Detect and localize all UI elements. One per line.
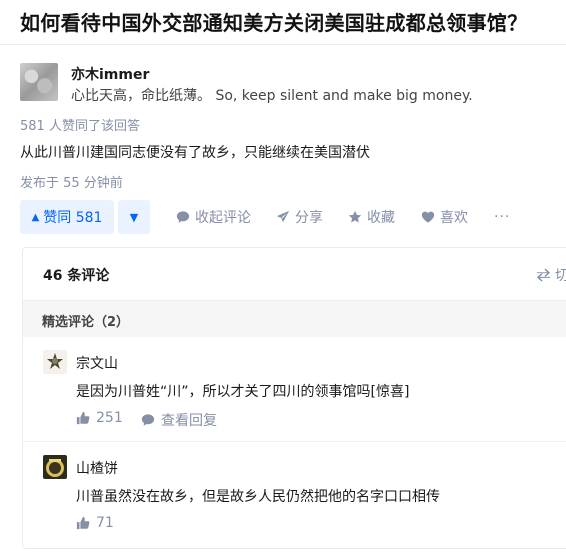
downvote-button[interactable]: ▼: [118, 200, 150, 234]
comment-bubble-icon: [141, 414, 155, 426]
author-avatar[interactable]: [20, 63, 58, 101]
view-replies-button[interactable]: 查看回复: [141, 410, 217, 430]
author-bio: 心比天高，命比纸薄。 So, keep silent and make big …: [71, 88, 473, 104]
comments-header: 46 条评论 切: [23, 248, 566, 301]
comments-count: 46 条评论: [43, 268, 110, 284]
upvote-label: 赞同 581: [43, 210, 103, 226]
like-button[interactable]: 喜欢: [421, 200, 468, 234]
collapse-comments-button[interactable]: 收起评论: [176, 200, 251, 234]
thumbs-up-icon: [76, 411, 90, 425]
switch-sort-button[interactable]: 切: [536, 265, 566, 285]
like-label: 喜欢: [440, 210, 468, 226]
featured-comments-label: 精选评论（2）: [42, 315, 130, 330]
downvote-arrow-icon: ▼: [129, 210, 139, 224]
comment-like-count: 251: [96, 410, 123, 426]
favorite-label: 收藏: [367, 210, 395, 226]
upvote-button[interactable]: ▲ 赞同 581: [20, 200, 114, 234]
comment-text: 是因为川普姓“川”，所以才关了四川的领事馆吗[惊喜]: [76, 384, 410, 400]
view-replies-label: 查看回复: [161, 413, 217, 429]
comment-avatar[interactable]: [43, 455, 67, 479]
upvote-arrow-icon: ▲: [31, 211, 40, 223]
comments-panel: 46 条评论 切 精选评论（2） 宗文山 是因为川普姓“川”，所以才关了四川的领…: [22, 247, 566, 549]
author-name[interactable]: 亦木immer: [71, 64, 149, 84]
favorite-button[interactable]: 收藏: [348, 200, 395, 234]
featured-comments-bar: 精选评论（2）: [23, 301, 566, 337]
switch-sort-label: 切: [555, 268, 566, 284]
publish-time[interactable]: 发布于 55 分钟前: [20, 172, 123, 191]
collapse-comments-label: 收起评论: [195, 210, 251, 226]
comment-item: 宗文山 是因为川普姓“川”，所以才关了四川的领事馆吗[惊喜] 251 查看回复: [23, 337, 566, 442]
comment-like-button[interactable]: 251: [76, 410, 123, 426]
comment-like-button[interactable]: 71: [76, 515, 114, 531]
question-title[interactable]: 如何看待中国外交部通知美方关闭美国驻成都总领事馆？: [20, 7, 566, 36]
comment-text: 川普虽然没在故乡，但是故乡人民仍然把他的名字口口相传: [76, 489, 440, 505]
share-icon: [276, 210, 290, 223]
more-icon: ···: [494, 209, 511, 225]
comment-like-count: 71: [96, 515, 114, 531]
title-divider: [0, 44, 566, 45]
comment-item: 山楂饼 川普虽然没在故乡，但是故乡人民仍然把他的名字口口相传 71: [23, 442, 566, 552]
switch-arrows-icon: [536, 268, 551, 282]
comment-author-name[interactable]: 山楂饼: [76, 458, 118, 478]
share-button[interactable]: 分享: [276, 200, 323, 234]
share-label: 分享: [295, 210, 323, 226]
answer-text: 从此川普川建国同志便没有了故乡，只能继续在美国潜伏: [20, 145, 370, 161]
star-icon: [348, 210, 362, 223]
comment-author-name[interactable]: 宗文山: [76, 353, 118, 373]
more-button[interactable]: ···: [494, 200, 510, 234]
heart-icon: [421, 211, 435, 223]
comment-bubble-icon: [176, 211, 190, 223]
thumbs-up-icon: [76, 516, 90, 530]
vote-summary[interactable]: 581 人赞同了该回答: [20, 115, 140, 134]
comment-avatar[interactable]: [43, 350, 67, 374]
